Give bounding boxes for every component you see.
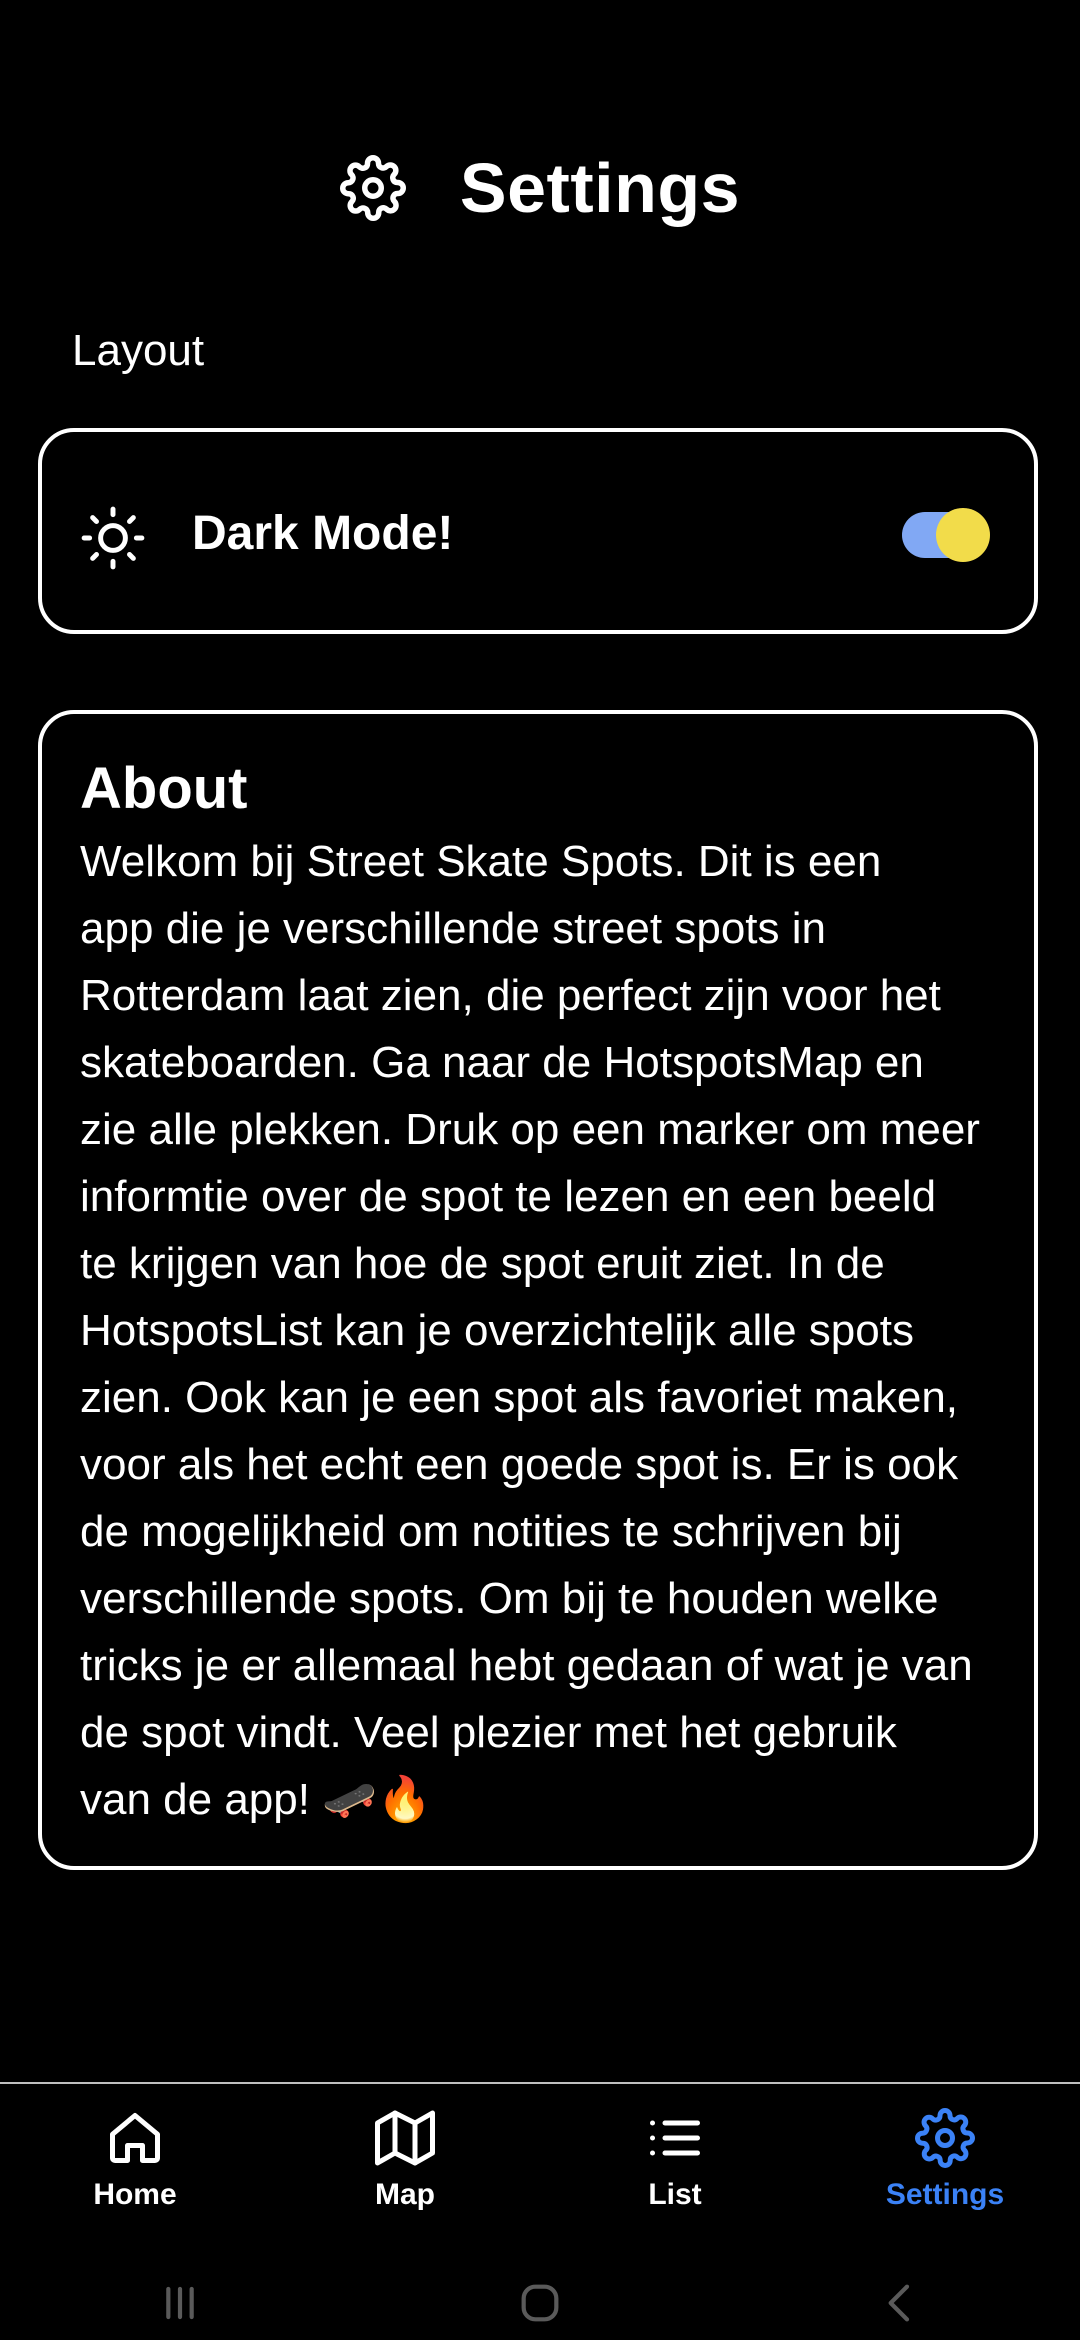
tab-label: Settings — [885, 2178, 1005, 2211]
section-label-layout: Layout — [72, 326, 205, 375]
tab-settings[interactable]: Settings — [810, 2084, 1080, 2268]
recent-apps-icon[interactable] — [152, 2275, 208, 2331]
dark-mode-card: Dark Mode! — [38, 428, 1038, 634]
toggle-thumb — [936, 508, 990, 562]
dark-mode-label: Dark Mode! — [192, 507, 454, 560]
bottom-tab-bar: Home Map List Settings — [0, 2082, 1080, 2268]
sun-icon — [80, 505, 146, 571]
page-header: Settings — [0, 140, 1080, 236]
back-icon[interactable] — [872, 2275, 928, 2331]
tab-label: Map — [375, 2178, 435, 2211]
about-text: Welkom bij Street Skate Spots. Dit is ee… — [80, 836, 980, 1824]
about-card: About Welkom bij Street Skate Spots. Dit… — [38, 710, 1038, 1870]
tab-map[interactable]: Map — [270, 2084, 540, 2268]
system-home-icon[interactable] — [512, 2275, 568, 2331]
about-title: About — [80, 756, 248, 821]
system-nav-bar — [0, 2266, 1080, 2340]
tab-home[interactable]: Home — [0, 2084, 270, 2268]
tab-label: List — [648, 2178, 702, 2211]
gear-icon — [915, 2108, 975, 2168]
home-icon — [105, 2108, 165, 2168]
tab-label: Home — [93, 2178, 177, 2211]
page-title: Settings — [459, 149, 741, 227]
list-icon — [645, 2108, 705, 2168]
gear-icon — [340, 155, 406, 221]
dark-mode-toggle[interactable] — [902, 508, 990, 562]
tab-list[interactable]: List — [540, 2084, 810, 2268]
map-icon — [375, 2108, 435, 2168]
